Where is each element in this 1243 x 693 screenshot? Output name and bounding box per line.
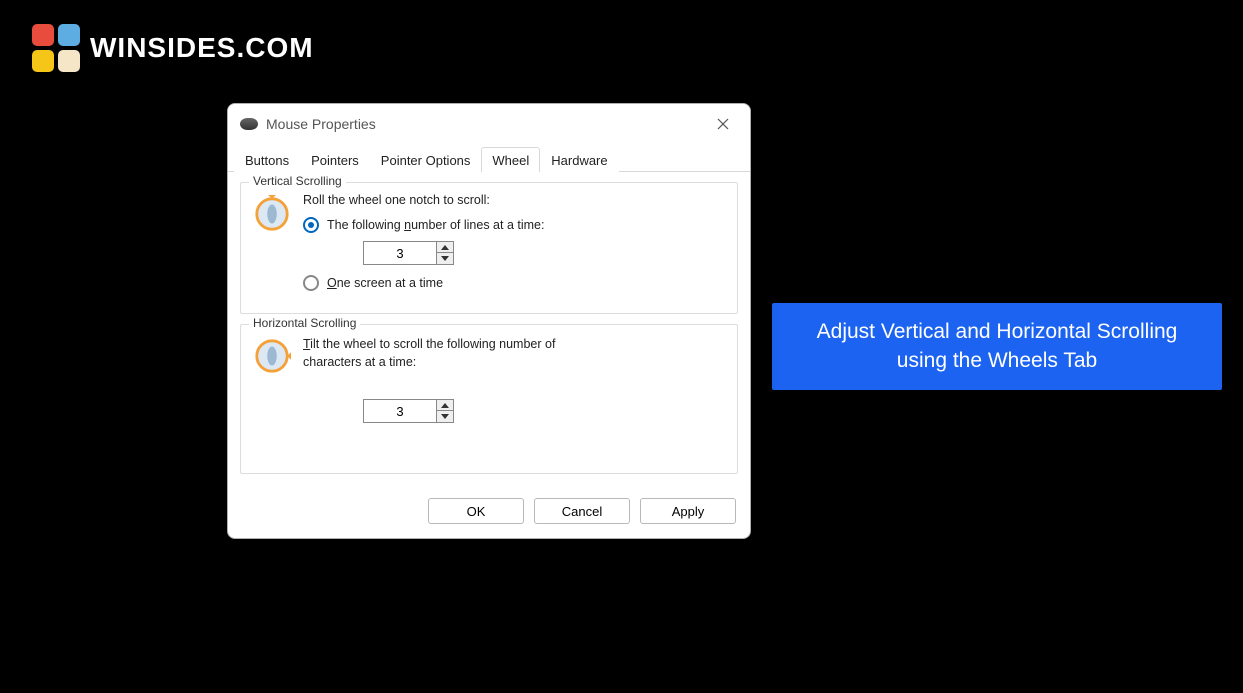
- radio-screen-row[interactable]: One screen at a time: [303, 275, 725, 291]
- chars-spinner[interactable]: [363, 399, 454, 423]
- site-logo: WINSIDES.COM: [32, 24, 314, 72]
- horizontal-group-title: Horizontal Scrolling: [249, 316, 360, 330]
- chars-spin-down[interactable]: [437, 411, 453, 422]
- mouse-icon: [240, 118, 258, 130]
- cancel-button[interactable]: Cancel: [534, 498, 630, 524]
- tab-buttons[interactable]: Buttons: [234, 147, 300, 172]
- radio-screen[interactable]: [303, 275, 319, 291]
- horizontal-scrolling-group: Horizontal Scrolling Tilt the wheel to s…: [240, 324, 738, 474]
- vertical-scrolling-group: Vertical Scrolling Roll the wheel one no…: [240, 182, 738, 314]
- chars-spin-up[interactable]: [437, 400, 453, 411]
- tab-pointer-options[interactable]: Pointer Options: [370, 147, 482, 172]
- callout-line2: using the Wheels Tab: [788, 346, 1206, 375]
- radio-lines-label: The following number of lines at a time:: [327, 218, 544, 232]
- vertical-group-title: Vertical Scrolling: [249, 174, 346, 188]
- close-icon: [717, 118, 729, 130]
- close-button[interactable]: [708, 112, 738, 136]
- tab-pointers[interactable]: Pointers: [300, 147, 370, 172]
- chevron-up-icon: [441, 245, 449, 250]
- horizontal-prompt: Tilt the wheel to scroll the following n…: [303, 335, 583, 371]
- logo-icon: [32, 24, 80, 72]
- lines-input[interactable]: [364, 242, 436, 264]
- lines-spin-up[interactable]: [437, 242, 453, 253]
- chevron-down-icon: [441, 256, 449, 261]
- apply-button[interactable]: Apply: [640, 498, 736, 524]
- callout-line1: Adjust Vertical and Horizontal Scrolling: [788, 317, 1206, 346]
- dialog-body: Vertical Scrolling Roll the wheel one no…: [228, 172, 750, 488]
- dialog-title: Mouse Properties: [266, 116, 708, 132]
- wheel-vertical-icon: [253, 195, 291, 233]
- chars-input[interactable]: [364, 400, 436, 422]
- ok-button[interactable]: OK: [428, 498, 524, 524]
- radio-lines[interactable]: [303, 217, 319, 233]
- dialog-button-row: OK Cancel Apply: [228, 488, 750, 538]
- radio-lines-row[interactable]: The following number of lines at a time:: [303, 217, 725, 233]
- chevron-down-icon: [441, 414, 449, 419]
- mouse-properties-dialog: Mouse Properties Buttons Pointers Pointe…: [227, 103, 751, 539]
- lines-spinner[interactable]: [363, 241, 454, 265]
- lines-spin-down[interactable]: [437, 253, 453, 264]
- vertical-prompt: Roll the wheel one notch to scroll:: [303, 193, 725, 207]
- radio-screen-label: One screen at a time: [327, 276, 443, 290]
- wheel-horizontal-icon: [253, 337, 291, 375]
- tabstrip: Buttons Pointers Pointer Options Wheel H…: [228, 146, 750, 172]
- tab-wheel[interactable]: Wheel: [481, 147, 540, 172]
- logo-text: WINSIDES.COM: [90, 32, 314, 64]
- titlebar: Mouse Properties: [228, 104, 750, 142]
- annotation-callout: Adjust Vertical and Horizontal Scrolling…: [772, 303, 1222, 390]
- chevron-up-icon: [441, 403, 449, 408]
- tab-hardware[interactable]: Hardware: [540, 147, 618, 172]
